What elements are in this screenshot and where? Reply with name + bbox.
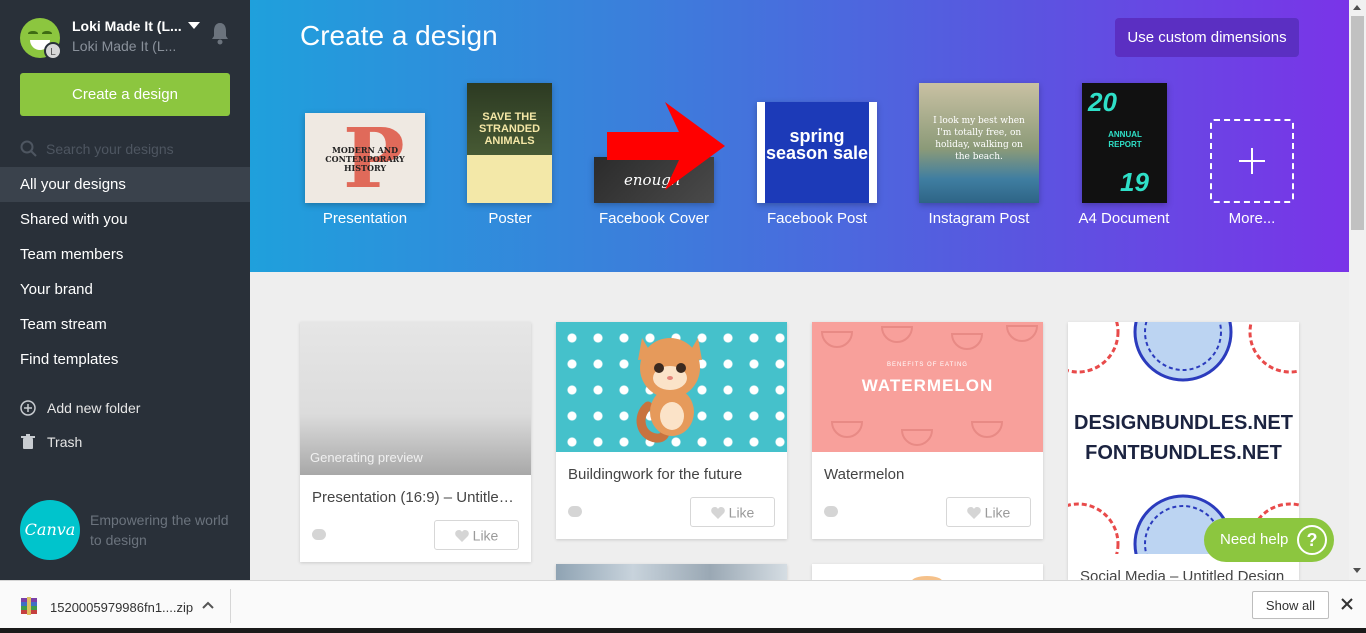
design-preview[interactable]: BENEFITS OF EATING WATERMELON	[812, 322, 1043, 452]
comment-icon[interactable]	[312, 529, 326, 540]
chevron-down-icon[interactable]	[188, 22, 200, 29]
thumb-text: SAVE THE STRANDED ANIMALS	[478, 111, 541, 147]
heart-icon	[710, 506, 725, 519]
show-all-button[interactable]: Show all	[1252, 591, 1329, 619]
presentation-thumbnail: P MODERN AND CONTEMPORARY HISTORY	[305, 113, 425, 203]
nav-all-designs[interactable]: All your designs	[0, 167, 264, 202]
like-button[interactable]: Like	[690, 497, 775, 527]
design-card-partial[interactable]	[812, 564, 1043, 580]
trash-label: Trash	[47, 434, 83, 450]
nav-team-stream[interactable]: Team stream	[0, 307, 250, 342]
taskbar-edge	[0, 628, 1366, 633]
search-input[interactable]	[46, 138, 230, 160]
sidebar: L Loki Made It (L... Loki Made It (L... …	[0, 0, 264, 580]
user-team: Loki Made It (L...	[72, 38, 177, 54]
poster-thumbnail: SAVE THE STRANDED ANIMALS	[467, 83, 552, 203]
plus-icon[interactable]	[1210, 119, 1294, 203]
thumb-text: spring season sale	[765, 126, 869, 163]
hero-title: Create a design	[300, 20, 498, 51]
comment-icon[interactable]	[568, 506, 582, 517]
need-help-button[interactable]: Need help ?	[1204, 518, 1334, 562]
design-card-watermelon[interactable]: BENEFITS OF EATING WATERMELON Watermelon…	[812, 322, 1043, 539]
canva-logo[interactable]: Canva	[20, 500, 80, 560]
heart-icon	[454, 529, 469, 542]
bell-icon[interactable]	[210, 21, 230, 45]
chevron-up-icon[interactable]	[202, 601, 214, 609]
scroll-up-arrow[interactable]	[1353, 5, 1361, 10]
create-design-panel: Create a design Use custom dimensions P …	[250, 0, 1349, 272]
preview-subtitle: BENEFITS OF EATING	[887, 362, 968, 368]
design-card-buildingwork[interactable]: Buildingwork for the future Like	[556, 322, 787, 539]
nav-team-members[interactable]: Team members	[0, 237, 250, 272]
heart-icon	[966, 506, 981, 519]
zip-file-icon[interactable]	[20, 597, 38, 617]
preview-text: DESIGNBUNDLES.NET FONTBUNDLES.NET	[1068, 408, 1299, 468]
add-folder-label: Add new folder	[47, 400, 141, 416]
download-bar: 1520005979986fn1....zip Show all	[0, 580, 1366, 633]
a4-document-thumbnail: 20 ANNUAL REPORT 19	[1082, 83, 1167, 203]
cat-illustration	[636, 338, 702, 443]
design-title[interactable]: Social Media – Untitled Design	[1080, 568, 1290, 580]
avatar-eye	[42, 31, 52, 36]
preview-line: FONTBUNDLES.NET	[1085, 442, 1282, 464]
nav-your-brand[interactable]: Your brand	[0, 272, 250, 307]
trash-icon	[21, 434, 35, 449]
template-label: A4 Document	[1078, 210, 1170, 227]
thumb-text-top: 20	[1088, 87, 1117, 117]
comment-icon[interactable]	[824, 506, 838, 517]
user-name: Loki Made It (L...	[72, 18, 182, 34]
create-design-button[interactable]: Create a design	[20, 73, 230, 116]
custom-dimensions-button[interactable]: Use custom dimensions	[1115, 18, 1299, 57]
template-label: Facebook Post	[766, 210, 868, 227]
nav-shared-with-you[interactable]: Shared with you	[0, 202, 250, 237]
tagline: Empowering the world to design	[90, 512, 229, 548]
template-label: Facebook Cover	[598, 210, 710, 227]
instagram-post-thumbnail: I look my best when I'm totally free, on…	[919, 83, 1039, 203]
template-label: Poster	[488, 210, 532, 227]
vertical-scrollbar[interactable]	[1349, 0, 1366, 580]
thumb-text: MODERN AND CONTEMPORARY HISTORY	[325, 145, 405, 173]
thumb-text: I look my best when I'm totally free, on…	[933, 116, 1025, 162]
like-button[interactable]: Like	[434, 520, 519, 550]
template-label: Presentation	[322, 210, 408, 227]
design-title[interactable]: Buildingwork for the future	[568, 466, 778, 483]
user-account-switcher[interactable]: L Loki Made It (L... Loki Made It (L...	[20, 18, 240, 60]
facebook-post-thumbnail: spring season sale	[757, 102, 877, 203]
search-bar	[20, 138, 230, 160]
thumb-text-bottom: 19	[1120, 167, 1149, 197]
design-title[interactable]: Presentation (16:9) – Untitled D...	[312, 489, 522, 506]
design-title[interactable]: Watermelon	[824, 466, 1034, 483]
plus-vertical	[1251, 148, 1253, 174]
preview-line: DESIGNBUNDLES.NET	[1074, 412, 1293, 434]
design-preview[interactable]	[556, 322, 787, 452]
thumb-text-mid: ANNUAL REPORT	[1108, 130, 1142, 149]
design-card-presentation[interactable]: Generating preview Presentation (16:9) –…	[300, 322, 531, 562]
team-badge: L	[44, 42, 62, 60]
design-preview[interactable]: Generating preview	[300, 322, 531, 475]
preview-title: WATERMELON	[861, 376, 994, 395]
like-label: Like	[728, 504, 755, 521]
design-card-partial[interactable]	[556, 564, 787, 580]
scroll-down-arrow[interactable]	[1353, 568, 1361, 573]
divider	[230, 589, 231, 623]
red-arrow-annotation	[607, 102, 725, 190]
template-label: Instagram Post	[928, 210, 1030, 227]
design-preview[interactable]	[556, 564, 787, 580]
scroll-thumb[interactable]	[1351, 16, 1364, 230]
avatar-eye	[28, 31, 38, 36]
search-icon	[20, 140, 37, 157]
preview-status: Generating preview	[310, 450, 423, 465]
nav-find-templates[interactable]: Find templates	[0, 342, 250, 377]
like-label: Like	[472, 527, 499, 544]
plus-circle-icon	[20, 400, 36, 416]
need-help-label: Need help	[1220, 531, 1289, 548]
close-icon[interactable]	[1341, 598, 1353, 610]
template-label: More...	[1228, 210, 1276, 227]
question-icon: ?	[1297, 525, 1327, 555]
like-label: Like	[984, 504, 1011, 521]
download-filename[interactable]: 1520005979986fn1....zip	[50, 600, 193, 615]
like-button[interactable]: Like	[946, 497, 1031, 527]
